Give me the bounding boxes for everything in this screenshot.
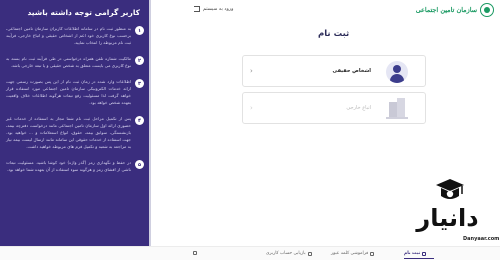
nav-help[interactable]: [193, 251, 197, 255]
option-label: اشخاص حقیقی: [332, 68, 371, 74]
bottom-nav: ثبت نام فراموشی کلمه عبور بازیابی حساب ک…: [0, 246, 500, 260]
nav-label: بازیابی حساب کاربری: [266, 251, 306, 256]
notice-item: ۱ به منظور ثبت نام در سامانه اطلاعات کار…: [6, 25, 144, 46]
notice-item: ۴ پس از تکمیل مراحل ثبت نام شما مجاز به …: [6, 115, 144, 150]
notice-item: ۲ مالکیت شماره تلفن همراه درخواستی در طی…: [6, 55, 144, 69]
notice-panel: کاربر گرامی توجه داشته باشید ۱ به منظور …: [0, 0, 150, 246]
help-icon: [193, 251, 197, 255]
page-title: ثبت نام: [318, 29, 350, 39]
option-natural-person[interactable]: اشخاص حقیقی ‹: [242, 55, 426, 87]
notice-scrollbar[interactable]: [149, 0, 151, 246]
notice-number: ۴: [135, 116, 144, 125]
notice-item: ۳ اطلاعات وارد شده در زمان ثبت نام از ای…: [6, 78, 144, 106]
chevron-left-icon: ‹: [250, 67, 253, 75]
notice-text: اطلاعات وارد شده در زمان ثبت نام از این …: [6, 79, 131, 105]
login-label: ورود به سیستم: [203, 6, 234, 12]
top-bar: ورود به سیستم سازمان تامین اجتماعی: [150, 0, 500, 20]
nav-forgot-password[interactable]: فراموشی کلمه عبور: [331, 251, 375, 256]
user-plus-icon: [422, 251, 427, 256]
notice-text: در حفظ و نگهداری رمز (گذر واژه) خود کوشا…: [6, 160, 131, 172]
refresh-icon: [307, 251, 312, 256]
notice-title: کاربر گرامی توجه داشته باشید: [27, 8, 140, 17]
notice-number: ۵: [135, 160, 144, 169]
option-foreign-national[interactable]: اتباع خارجی ‹: [242, 92, 426, 124]
person-icon: [386, 61, 408, 83]
watermark-text: دانیار: [416, 204, 479, 232]
nav-label: فراموشی کلمه عبور: [331, 251, 369, 256]
active-tab-indicator: [404, 258, 434, 260]
notice-text: پس از تکمیل مراحل ثبت نام شما مجاز به اس…: [6, 116, 131, 149]
notice-number: ۲: [135, 56, 144, 65]
notice-text: به منظور ثبت نام در سامانه اطلاعات کاربر…: [6, 26, 131, 45]
building-icon: [386, 97, 408, 121]
notice-item: ۵ در حفظ و نگهداری رمز (گذر واژه) خود کو…: [6, 159, 144, 173]
key-icon: [370, 251, 375, 256]
brand: سازمان تامین اجتماعی: [416, 3, 494, 17]
notice-number: ۱: [135, 26, 144, 35]
option-label: اتباع خارجی: [346, 105, 371, 111]
graduation-cap-icon: [436, 179, 464, 199]
brand-name: سازمان تامین اجتماعی: [415, 6, 477, 14]
login-link[interactable]: ورود به سیستم: [194, 6, 233, 12]
watermark: دانیار Danyaar.com: [395, 178, 500, 248]
login-icon: [194, 6, 200, 12]
chevron-left-icon: ‹: [250, 104, 253, 112]
nav-account-recovery[interactable]: بازیابی حساب کاربری: [266, 251, 312, 256]
notice-text: مالکیت شماره تلفن همراه درخواستی در طی ف…: [6, 56, 131, 68]
brand-logo-icon: [480, 3, 494, 17]
nav-register[interactable]: ثبت نام: [404, 251, 427, 256]
nav-label: ثبت نام: [404, 251, 421, 256]
notice-number: ۳: [135, 79, 144, 88]
watermark-url: Danyaar.com: [463, 236, 500, 242]
